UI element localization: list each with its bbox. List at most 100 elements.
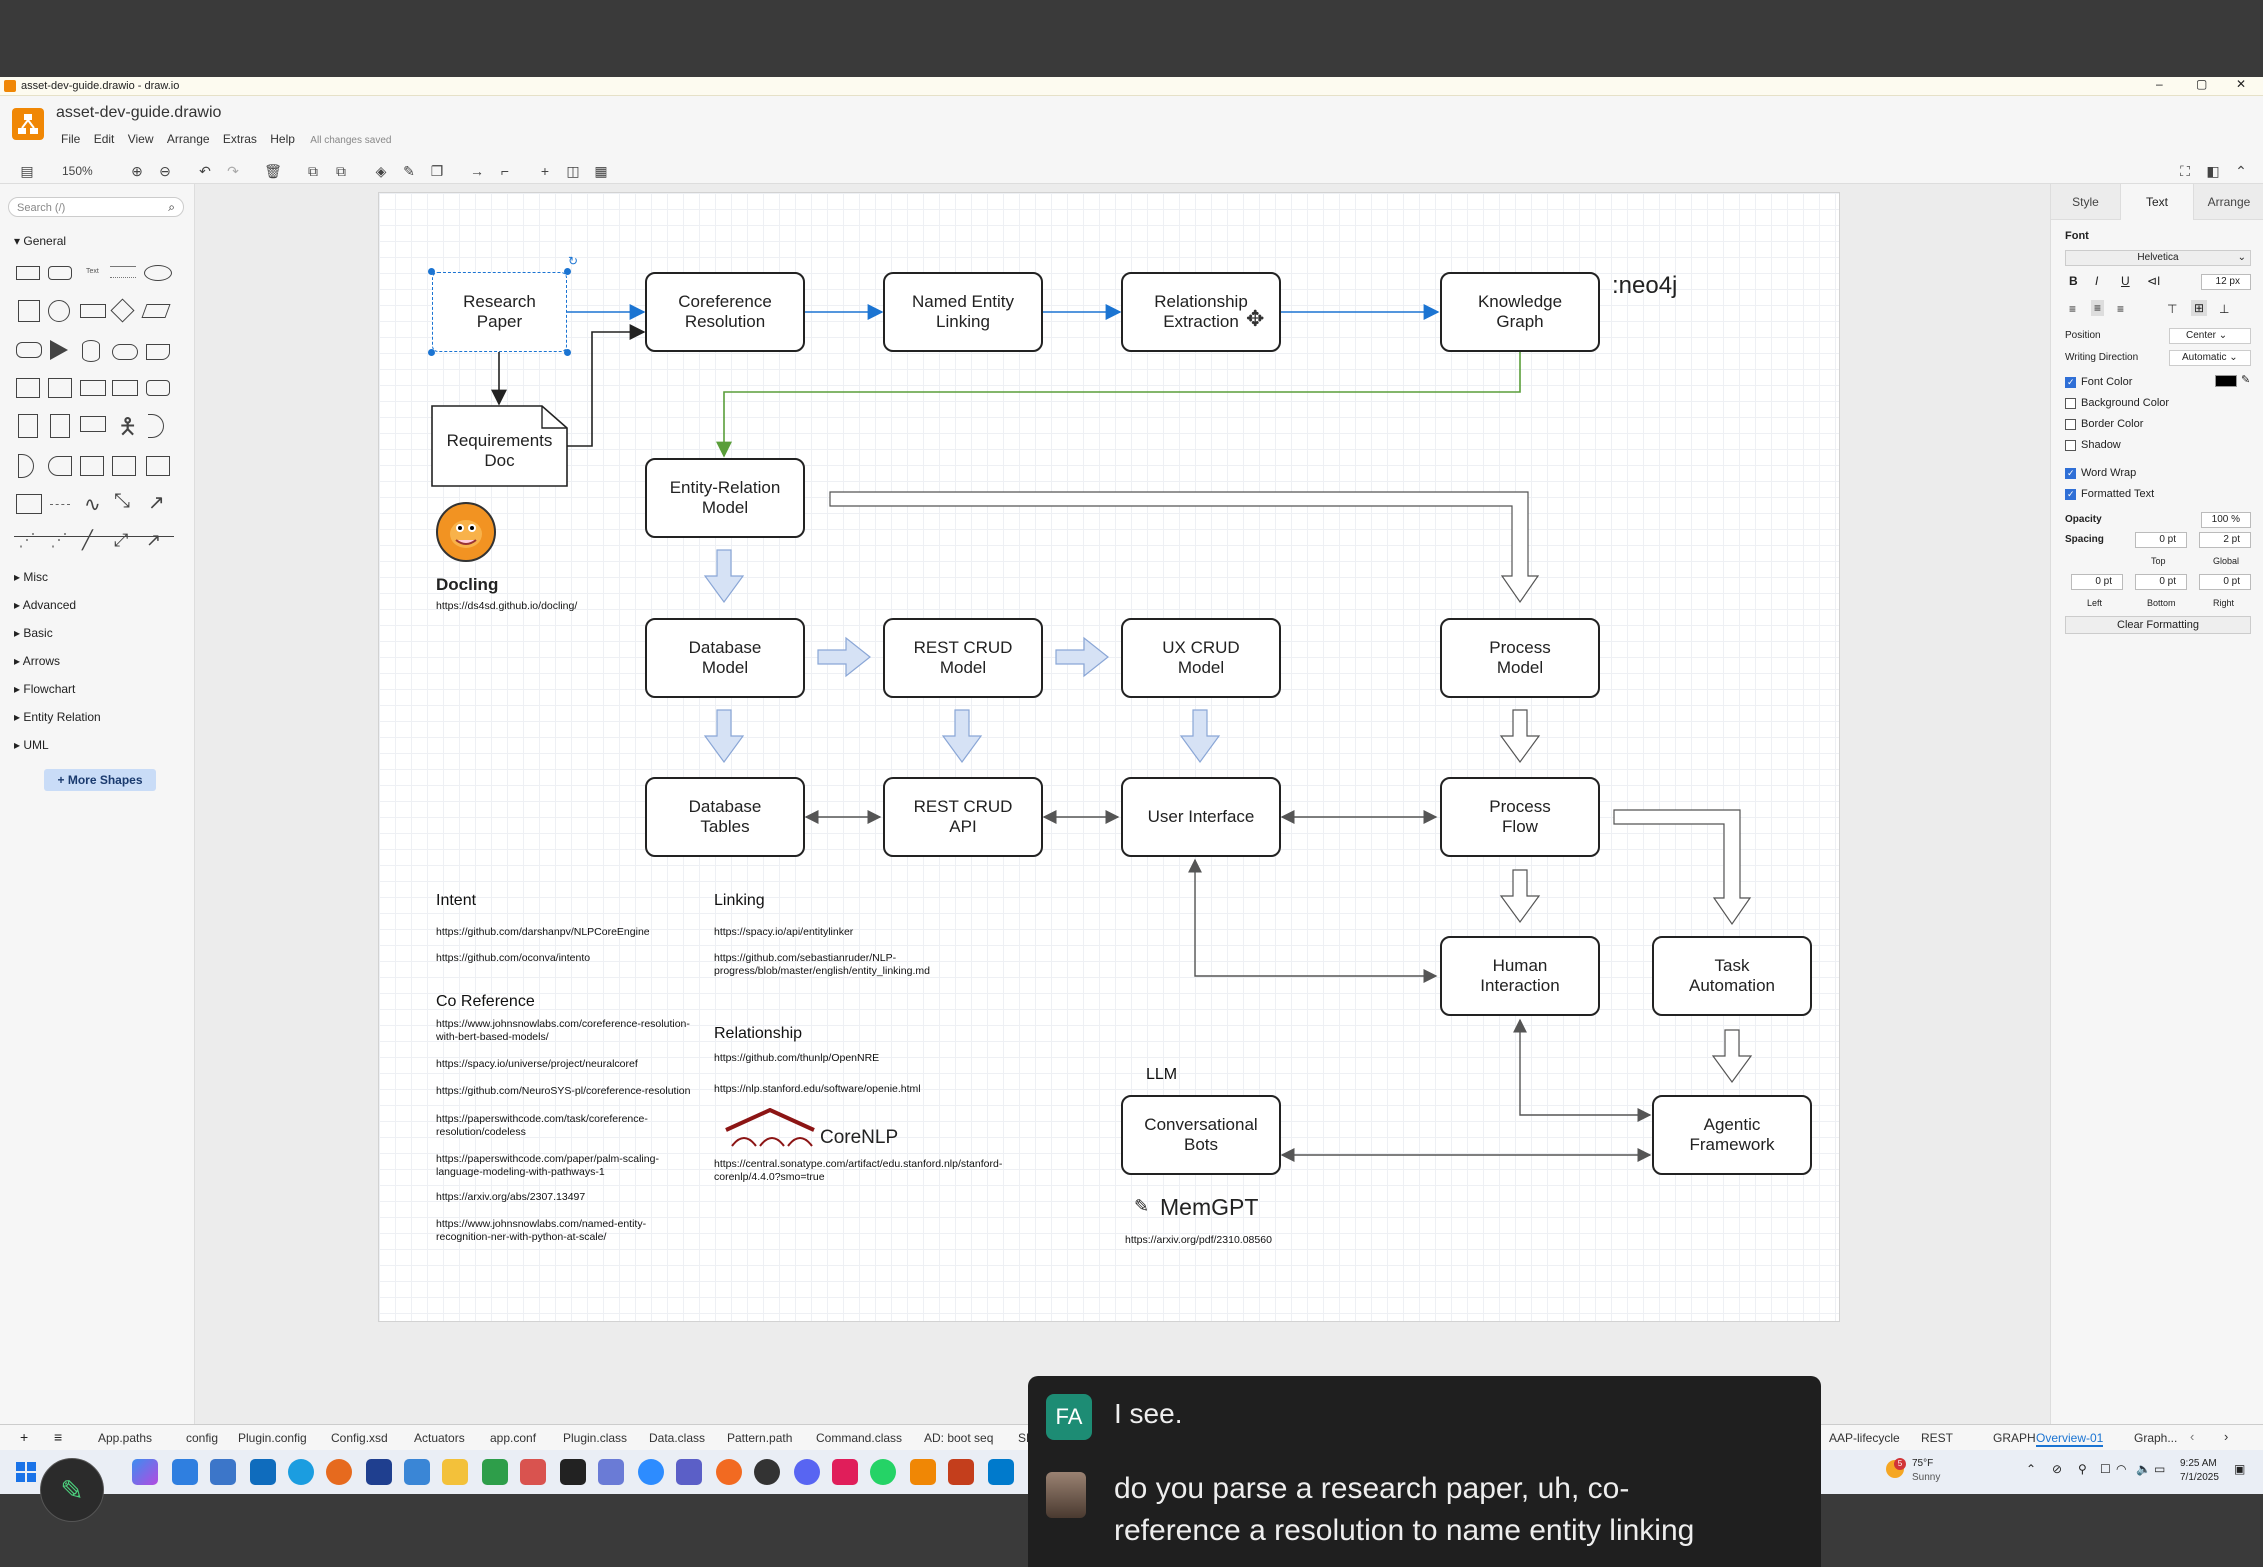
coref-link-3[interactable]: https://github.com/NeuroSYS-pl/coreferen… [436,1085,690,1098]
node-user-interface[interactable]: User Interface [1121,777,1281,857]
page-tab[interactable]: Graph... [2134,1431,2177,1445]
relationship-link-1[interactable]: https://github.com/thunlp/OpenNRE [714,1052,879,1065]
taskbar-zoom-icon[interactable] [638,1459,664,1485]
tab-text[interactable]: Text [2122,184,2192,220]
valign-middle-icon[interactable]: ⊞ [2191,300,2208,316]
fat-arrow-pmodel-flow[interactable] [1499,709,1541,764]
start-button-icon[interactable] [16,1462,36,1482]
page-tab[interactable]: Plugin.class [563,1431,627,1445]
fat-arrow-task-agentic[interactable] [1711,1029,1753,1084]
node-agentic-framework[interactable]: Agentic Framework [1652,1095,1812,1175]
taskbar-app-icon-12[interactable] [520,1459,546,1485]
clock-time[interactable]: 9:25 AM [2180,1458,2217,1469]
formatted-text-checkbox[interactable] [2065,488,2076,500]
fat-arrow-restmodel-api[interactable] [941,709,983,764]
valign-bottom-icon[interactable]: ⊥ [2219,302,2229,316]
pages-menu-icon[interactable]: ≡ [54,1429,62,1445]
opacity-input[interactable]: 100 % [2201,512,2251,528]
add-page-icon[interactable]: + [20,1429,28,1445]
valign-top-icon[interactable]: ⊤ [2167,302,2177,316]
page-tab[interactable]: Overview-01 [2036,1431,2104,1447]
spacing-right-input[interactable]: 0 pt [2199,574,2251,590]
clear-formatting-button[interactable]: Clear Formatting [2065,616,2251,634]
font-family-select[interactable]: Helvetica ⌄ [2065,250,2251,266]
rotate-handle-icon[interactable]: ↻ [568,254,578,268]
page-tab[interactable]: REST [1921,1431,1953,1445]
coref-link-6[interactable]: https://arxiv.org/abs/2307.13497 [436,1191,585,1204]
node-human-interaction[interactable]: Human Interaction [1440,936,1600,1016]
memgpt-url[interactable]: https://arxiv.org/pdf/2310.08560 [1125,1234,1272,1247]
docling-url[interactable]: https://ds4sd.github.io/docling/ [436,600,577,613]
taskbar-slack-icon[interactable] [832,1459,858,1485]
linking-link-2[interactable]: https://github.com/sebastianruder/NLP- p… [714,952,930,978]
node-requirements[interactable]: Requirements Doc [432,426,567,476]
intent-link-2[interactable]: https://github.com/oconva/intento [436,952,590,965]
taskbar-app-icon-2[interactable] [172,1459,198,1485]
memgpt-label[interactable]: MemGPT [1160,1194,1258,1221]
tray-chevron-icon[interactable]: ⌃ [2026,1462,2036,1476]
align-center-icon[interactable]: ≡ [2091,300,2105,316]
spacing-top-input[interactable]: 0 pt [2135,532,2187,548]
coref-link-1[interactable]: https://www.johnsnowlabs.com/coreference… [436,1018,690,1044]
neo4j-logo[interactable]: :neo4j [1612,272,1677,300]
spacing-global-input[interactable]: 2 pt [2199,532,2251,548]
fat-arrow-er-db[interactable] [703,549,745,604]
page-tab[interactable]: App.paths [98,1431,152,1445]
page-tab[interactable]: Pattern.path [727,1431,792,1445]
taskbar-explorer-icon[interactable] [442,1459,468,1485]
volume-icon[interactable]: 🔈 [2136,1462,2151,1476]
page-tab[interactable]: AAP-lifecycle [1829,1431,1900,1445]
linking-link-1[interactable]: https://spacy.io/api/entitylinker [714,926,853,939]
relationship-link-2[interactable]: https://nlp.stanford.edu/software/openie… [714,1083,921,1096]
font-size-input[interactable]: 12 px [2201,274,2251,290]
taskbar-teams-icon[interactable] [676,1459,702,1485]
fat-arrow-rest-ux[interactable] [1055,636,1109,678]
node-database-model[interactable]: Database Model [645,618,805,698]
taskbar-app-icon-11[interactable] [482,1459,508,1485]
notification-center-icon[interactable]: ▣ [2234,1462,2245,1476]
page-tab[interactable]: Actuators [414,1431,465,1445]
tray-icon-2[interactable]: ⚲ [2078,1462,2087,1476]
word-wrap-checkbox[interactable] [2065,467,2076,479]
position-select[interactable]: Center ⌄ [2169,328,2251,344]
next-page-icon[interactable]: › [2224,1429,2228,1444]
node-er-model[interactable]: Entity-Relation Model [645,458,805,538]
font-color-picker-icon[interactable]: ✎ [2241,373,2250,386]
background-color-checkbox[interactable] [2065,397,2076,409]
coref-link-7[interactable]: https://www.johnsnowlabs.com/named-entit… [436,1218,646,1244]
italic-button[interactable]: I [2095,274,2098,288]
node-process-model[interactable]: Process Model [1440,618,1600,698]
taskbar-whatsapp-icon[interactable] [870,1459,896,1485]
page-tab[interactable]: Plugin.config [238,1431,307,1445]
taskbar-app-icon-3[interactable] [210,1459,236,1485]
font-color-row[interactable]: Font Color [2065,376,2132,388]
page-tab[interactable]: Data.class [649,1431,705,1445]
taskbar-powerpoint-icon[interactable] [948,1459,974,1485]
taskbar-drawio-icon[interactable] [910,1459,936,1485]
taskbar-edge-icon[interactable] [288,1459,314,1485]
tab-style[interactable]: Style [2051,184,2121,220]
fat-arrow-dbmodel-tables[interactable] [703,709,745,764]
page-tab[interactable]: Command.class [816,1431,902,1445]
border-color-row[interactable]: Border Color [2065,418,2143,430]
page-tab[interactable]: Config.xsd [331,1431,388,1445]
bold-button[interactable]: B [2069,274,2078,288]
word-wrap-row[interactable]: Word Wrap [2065,467,2136,479]
align-left-icon[interactable]: ≡ [2069,302,2076,316]
bent-arrow-flow-task[interactable] [1613,809,1752,926]
node-task-automation[interactable]: Task Automation [1652,936,1812,1016]
pen-tool-button[interactable]: ✎ [40,1458,104,1522]
fat-arrow-uxmodel-ui[interactable] [1179,709,1221,764]
coref-link-2[interactable]: https://spacy.io/universe/project/neural… [436,1058,638,1071]
edge-ui-human[interactable] [1188,858,1438,983]
underline-button[interactable]: U [2121,274,2130,288]
node-database-tables[interactable]: Database Tables [645,777,805,857]
shadow-checkbox[interactable] [2065,439,2076,451]
node-knowledge-graph[interactable]: Knowledge Graph [1440,272,1600,352]
tray-icon-1[interactable]: ⊘ [2052,1462,2062,1476]
taskbar-app-icon-14[interactable] [598,1459,624,1485]
handle-tr[interactable] [564,268,571,275]
node-rest-model[interactable]: REST CRUD Model [883,618,1043,698]
corenlp-url[interactable]: https://central.sonatype.com/artifact/ed… [714,1158,1002,1184]
font-color-swatch[interactable] [2215,375,2237,387]
